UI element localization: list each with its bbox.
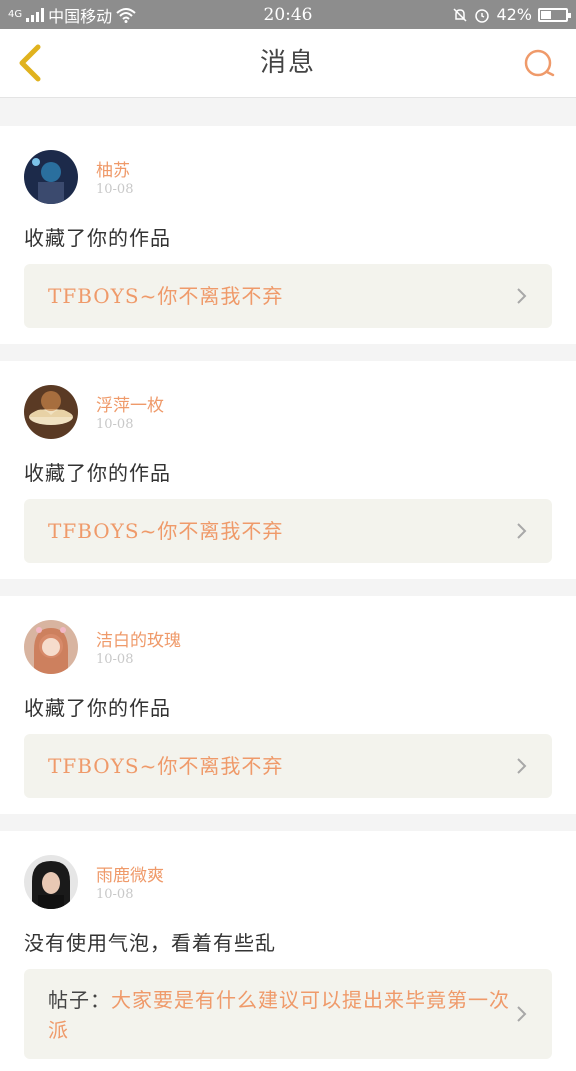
work-link[interactable]: TFBOYS~你不离我不弃 [24,734,552,798]
work-link[interactable]: TFBOYS~你不离我不弃 [24,499,552,563]
avatar[interactable] [24,385,78,439]
message-time: 10-08 [96,182,134,197]
battery-icon [538,7,571,22]
work-title: TFBOYS~你不离我不弃 [48,284,284,308]
carrier-name: 中国移动 [48,6,113,26]
alarm-icon [475,8,490,23]
post-title: 帖子：大家要是有什么建议可以提出来毕竟第一次派 [48,988,510,1042]
chevron-right-icon [517,758,527,774]
message-text: 收藏了你的作品 [24,461,171,485]
user-name[interactable]: 浮萍一枚 [96,391,164,416]
avatar[interactable] [24,855,78,909]
message-card: 洁白的玫瑰 10-08 收藏了你的作品 TFBOYS~你不离我不弃 [0,596,576,814]
work-link[interactable]: TFBOYS~你不离我不弃 [24,264,552,328]
status-bar: 4G 中国移动 20:46 42% [0,0,576,29]
work-title: TFBOYS~你不离我不弃 [48,754,284,778]
clock: 20:46 [263,4,313,25]
search-icon [524,49,555,77]
avatar[interactable] [24,150,78,204]
user-name[interactable]: 洁白的玫瑰 [96,626,181,651]
message-time: 10-08 [96,652,134,667]
network-type: 4G [8,9,23,20]
message-time: 10-08 [96,887,134,902]
status-right: 42% [368,5,571,24]
app-header: 消息 [0,29,576,98]
message-card: 柚苏 10-08 收藏了你的作品 TFBOYS~你不离我不弃 [0,126,576,344]
wifi-icon [116,7,136,23]
signal-icon [26,7,45,22]
message-time: 10-08 [96,417,134,432]
status-left: 4G 中国移动 [8,3,208,27]
chevron-right-icon [517,288,527,304]
message-text: 收藏了你的作品 [24,226,171,250]
chevron-right-icon [517,523,527,539]
work-title: TFBOYS~你不离我不弃 [48,519,284,543]
chevron-right-icon [517,1006,527,1022]
message-card: 雨鹿微爽 10-08 没有使用气泡，看着有些乱 帖子：大家要是有什么建议可以提出… [0,831,576,1071]
search-button[interactable] [520,45,558,83]
mute-bell-icon [453,7,467,22]
post-link[interactable]: 帖子：大家要是有什么建议可以提出来毕竟第一次派 [24,969,552,1059]
avatar[interactable] [24,620,78,674]
message-text: 收藏了你的作品 [24,696,171,720]
user-name[interactable]: 雨鹿微爽 [96,861,164,886]
message-list: 柚苏 10-08 收藏了你的作品 TFBOYS~你不离我不弃 浮萍一枚 10-0… [0,98,576,1071]
page-title: 消息 [259,48,316,78]
battery-percent: 42% [496,5,532,24]
message-card: 浮萍一枚 10-08 收藏了你的作品 TFBOYS~你不离我不弃 [0,361,576,579]
message-text: 没有使用气泡，看着有些乱 [24,931,276,955]
user-name[interactable]: 柚苏 [96,156,130,181]
